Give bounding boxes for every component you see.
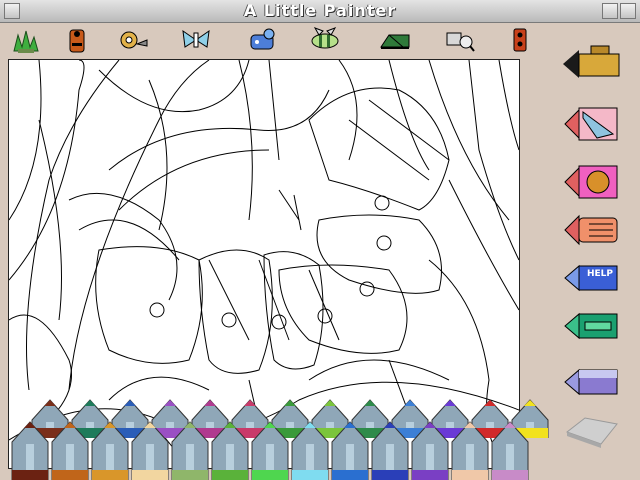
pencil-bottom-1[interactable] xyxy=(10,420,50,480)
fish-stamp-tool[interactable] xyxy=(247,25,279,55)
trumpet-icon xyxy=(563,45,620,78)
help-button[interactable]: HELP xyxy=(561,258,623,298)
title-bar: A Little Painter xyxy=(0,0,640,23)
ladybug-icon xyxy=(69,29,85,53)
pencil-icon xyxy=(380,34,410,49)
butterfly-icon xyxy=(182,29,210,48)
pencil-bottom-9[interactable] xyxy=(330,420,370,480)
pencil-icon xyxy=(91,421,129,480)
pencil-bottom-11[interactable] xyxy=(410,420,450,480)
right-tool-panel: HELP xyxy=(555,36,640,480)
grass-icon xyxy=(13,30,39,53)
pencil-icon xyxy=(451,421,489,480)
paper-button[interactable] xyxy=(561,104,623,144)
pencil-icon xyxy=(291,421,329,480)
pencil-icon xyxy=(171,421,209,480)
eraser-icon xyxy=(565,417,618,448)
fish-icon xyxy=(250,28,275,50)
pencil-icon xyxy=(211,421,249,480)
window-title: A Little Painter xyxy=(243,1,397,20)
eraser-tip-icon xyxy=(564,368,618,396)
card-button[interactable] xyxy=(561,306,623,346)
eraser-tip-button[interactable] xyxy=(561,362,623,402)
snail-icon xyxy=(120,31,148,49)
eraser-button[interactable] xyxy=(561,410,623,450)
pencil-icon xyxy=(371,421,409,480)
pencil-bottom-5[interactable] xyxy=(170,420,210,480)
pencil-icon xyxy=(331,421,369,480)
color-pencil-palette xyxy=(10,398,549,480)
pencil-bottom-2[interactable] xyxy=(50,420,90,480)
magnifier-icon xyxy=(446,32,475,52)
pencil-bottom-10[interactable] xyxy=(370,420,410,480)
snail-stamp-tool[interactable] xyxy=(117,25,149,55)
minimize-button[interactable] xyxy=(602,3,618,19)
ladybug-stamp-tool[interactable] xyxy=(61,25,93,55)
pencil-icon xyxy=(11,421,49,480)
bee-stamp-tool[interactable] xyxy=(309,25,341,55)
cookie-button[interactable] xyxy=(561,162,623,202)
pencil-bottom-8[interactable] xyxy=(290,420,330,480)
help-label: HELP xyxy=(587,269,614,279)
pencil-icon xyxy=(251,421,289,480)
pencil-icon xyxy=(491,421,529,480)
paper-icon xyxy=(564,107,618,141)
pencil-icon xyxy=(411,421,449,480)
bee-icon xyxy=(311,27,339,49)
pencil-stamp-tool[interactable] xyxy=(379,25,411,55)
magnifier-stamp-tool[interactable] xyxy=(444,25,476,55)
hand-icon xyxy=(564,214,618,246)
pencil-bottom-6[interactable] xyxy=(210,420,250,480)
pencil-bottom-3[interactable] xyxy=(90,420,130,480)
cookie-icon xyxy=(564,165,618,199)
beetle-icon xyxy=(513,28,527,52)
grass-stamp-tool[interactable] xyxy=(10,25,42,55)
stamp-toolbar xyxy=(0,23,548,57)
beetle-stamp-tool[interactable] xyxy=(504,25,536,55)
pencil-bottom-12[interactable] xyxy=(450,420,490,480)
pencil-bottom-7[interactable] xyxy=(250,420,290,480)
hand-button[interactable] xyxy=(561,210,623,250)
pencil-bottom-13[interactable] xyxy=(490,420,530,480)
card-icon xyxy=(564,312,618,340)
pencil-bottom-4[interactable] xyxy=(130,420,170,480)
trumpet-button[interactable] xyxy=(561,44,623,84)
butterfly-stamp-tool[interactable] xyxy=(180,25,212,55)
pencil-icon xyxy=(51,421,89,480)
pencil-icon xyxy=(131,421,169,480)
maximize-button[interactable] xyxy=(620,3,636,19)
